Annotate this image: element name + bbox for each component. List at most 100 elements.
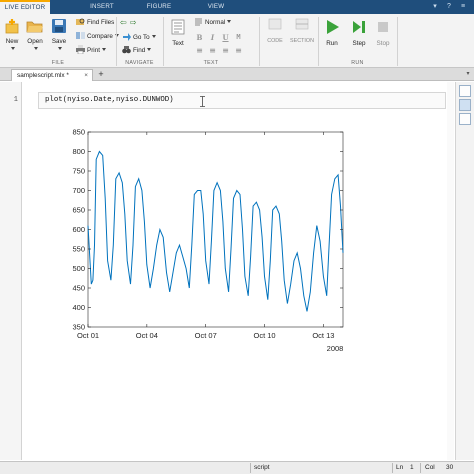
plot-axes-box [87,131,344,328]
ribbon-separator [163,17,164,66]
run-label: Run [326,40,338,47]
text-button[interactable]: Text [167,16,189,58]
open-button[interactable]: Open [24,16,46,58]
ribbon-separator [397,17,398,66]
align-center-icon[interactable]: ≡ [234,46,243,55]
output-inline-icon[interactable] [459,99,471,111]
compare-icon [76,32,85,39]
save-button[interactable]: Save [48,16,70,58]
compare-label: Compare [87,33,113,40]
compare-button[interactable]: Compare [76,31,119,42]
add-tab-button[interactable]: + [95,69,107,81]
new-icon [5,19,19,34]
section-section[interactable]: SECTION [288,18,316,60]
find-files-button[interactable]: Find Files [76,17,114,28]
tab-live-editor[interactable]: LIVE EDITOR [0,0,50,14]
text-cursor-icon [200,96,205,107]
numbered-list-icon[interactable]: ≡ [208,46,217,55]
tab-insert[interactable]: INSERT [76,0,128,14]
ribbon-separator [116,17,117,66]
hide-code-icon[interactable] [459,113,471,125]
ribbon-separator [259,17,260,66]
bulleted-list-icon[interactable]: ≡ [195,46,204,55]
y-tick-label: 500 [72,264,85,273]
output-view-panel [455,82,474,460]
status-ln-label: Ln [396,464,404,471]
find-files-label: Find Files [87,19,115,26]
ribbon-toolstrip: New Open Save Find Files Compare Print ⇦… [0,14,474,68]
text-style-dropdown[interactable]: Normal [194,17,232,28]
tab-figure[interactable]: FIGURE [133,0,185,14]
x-tick-label: Oct 04 [136,331,158,340]
status-divider [250,463,251,473]
go-to-label: Go To [133,34,150,41]
floppy-disk-icon [52,19,66,33]
text-label: Text [172,40,184,47]
monospace-icon[interactable]: M [234,33,243,42]
find-label: Find [133,47,146,54]
print-button[interactable]: Print [76,45,106,56]
x-tick-label: Oct 01 [77,331,99,340]
plot-figure[interactable]: 350400450500550600650700750800850Oct 01 O… [35,128,355,368]
go-to-button[interactable]: Go To [122,32,156,43]
chevron-down-icon [24,46,46,53]
code-section[interactable]: CODE [262,18,288,60]
y-tick-label: 550 [72,245,85,254]
group-label-file: FILE [51,60,65,66]
status-divider [392,463,393,473]
tab-view[interactable]: VIEW [190,0,242,14]
y-tick-label: 850 [72,128,85,137]
file-tab[interactable]: samplescript.mlx * × [11,69,93,81]
ribbon-separator [318,17,319,66]
back-arrow-icon[interactable]: ⇦ [120,18,127,27]
open-label: Open [27,38,43,45]
code-line[interactable]: plot(nyiso.Date,nyiso.DUNWOD) [45,96,174,104]
y-tick-label: 600 [72,225,85,234]
file-tab-label: samplescript.mlx * [17,72,69,79]
run-button[interactable]: Run [321,16,343,58]
step-icon [353,21,365,33]
italic-icon[interactable]: I [208,33,217,42]
tabs-menu-icon[interactable]: ▾ [463,69,473,80]
status-mode: script [254,464,270,471]
chevron-down-icon [2,46,22,53]
y-tick-label: 400 [72,303,85,312]
underline-icon[interactable]: U [221,33,230,42]
y-tick-label: 450 [72,284,85,293]
printer-icon [76,45,85,54]
forward-arrow-icon[interactable]: ⇨ [130,18,137,27]
status-bar: script Ln 1 Col 30 [0,461,474,474]
go-to-icon [123,33,131,41]
line-number: 1 [13,96,18,104]
find-button[interactable]: Find [122,45,152,56]
bold-icon[interactable]: B [195,33,204,42]
stop-icon [378,22,388,32]
step-label: Step [352,40,366,47]
editor-tab-strip: samplescript.mlx * × + ▾ [0,68,474,81]
code-block[interactable]: plot(nyiso.Date,nyiso.DUNWOD) [38,92,446,109]
stop-button[interactable]: Stop [372,16,394,58]
output-right-icon[interactable] [459,85,471,97]
window-menu-icon[interactable]: ≡ [458,2,468,12]
status-ln-value: 1 [410,464,414,471]
close-icon[interactable]: × [84,70,88,81]
y-tick-label: 700 [72,186,85,195]
back-forward-buttons[interactable]: ⇦ ⇨ [120,17,136,28]
status-divider [420,463,421,473]
new-label: New [5,38,19,45]
text-document-icon [171,19,185,35]
help-icon[interactable]: ? [444,2,454,12]
section-label: SECTION [290,38,314,44]
vertical-scrollbar[interactable] [447,82,454,460]
step-button[interactable]: Step [347,16,371,58]
code-icon [268,18,282,30]
minimize-ribbon-icon[interactable]: ▾ [430,2,440,12]
find-files-icon [76,18,85,25]
line-number-gutter: 1 [0,82,22,460]
align-left-icon[interactable]: ≡ [221,46,230,55]
stop-label: Stop [376,40,390,47]
style-select-value: Normal [205,19,226,26]
new-button[interactable]: New [2,16,22,58]
group-label-run: RUN [351,60,364,66]
folder-icon [26,21,43,33]
